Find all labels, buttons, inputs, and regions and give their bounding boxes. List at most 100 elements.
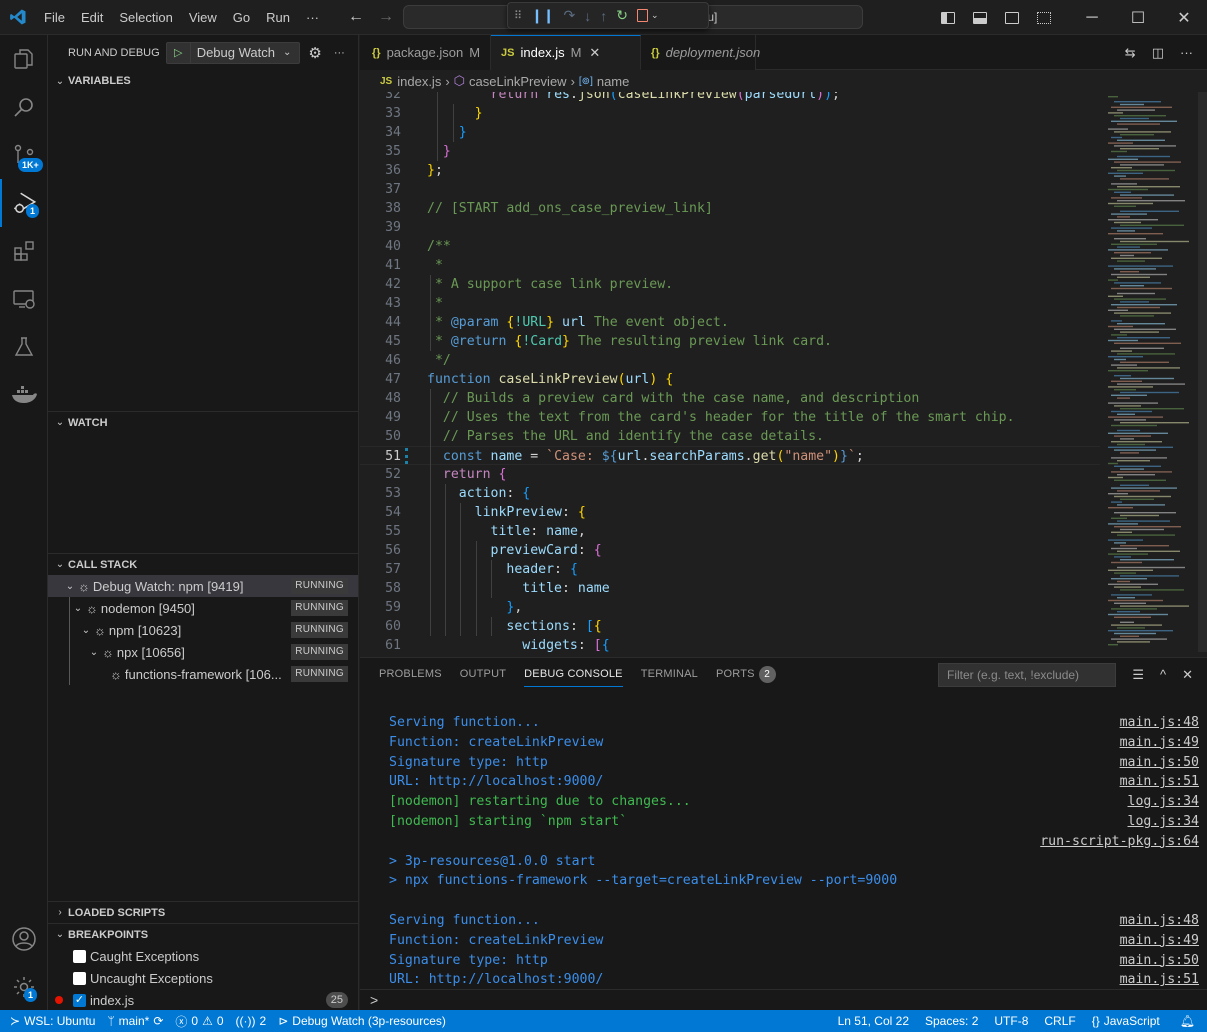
console-source-link[interactable]: main.js:51 xyxy=(1120,970,1199,989)
clear-console-icon[interactable]: ☰ xyxy=(1132,667,1144,683)
indentation[interactable]: Spaces: 2 xyxy=(917,1010,986,1032)
console-source-link[interactable]: main.js:49 xyxy=(1120,733,1199,753)
code-line[interactable]: 57 header: { xyxy=(360,560,1100,579)
line-number[interactable]: 47 xyxy=(360,370,401,389)
step-into-icon[interactable]: ↓ xyxy=(584,8,591,24)
code-line[interactable]: 59 }, xyxy=(360,598,1100,617)
restart-icon[interactable]: ↻ xyxy=(616,7,628,24)
breakpoint-checkbox[interactable]: ✓ xyxy=(73,993,86,1007)
menu-selection[interactable]: Selection xyxy=(111,0,180,35)
debug-console-input[interactable]: > xyxy=(360,989,1207,1011)
pause-icon[interactable]: ❙❙ xyxy=(531,7,554,24)
console-source-link[interactable]: log.js:34 xyxy=(1128,792,1199,812)
console-source-link[interactable]: main.js:48 xyxy=(1120,911,1199,931)
line-number[interactable]: 44 xyxy=(360,313,401,332)
chevron-down-icon[interactable]: ⌄ xyxy=(651,10,659,21)
console-source-link[interactable]: main.js:48 xyxy=(1120,713,1199,733)
open-changes-icon[interactable]: ⇆ xyxy=(1125,45,1136,61)
console-source-link[interactable]: run-script-pkg.js:64 xyxy=(1040,832,1199,852)
line-number[interactable]: 54 xyxy=(360,503,401,522)
line-number[interactable]: 60 xyxy=(360,617,401,636)
extensions-icon[interactable] xyxy=(0,227,48,275)
code-line[interactable]: 40 /** xyxy=(360,237,1100,256)
menu-run[interactable]: Run xyxy=(258,0,298,35)
tab-package-json[interactable]: {} package.json M xyxy=(360,35,492,70)
code-line[interactable]: 44 * @param {!URL} url The event object. xyxy=(360,313,1100,332)
toggle-primary-sidebar-icon[interactable] xyxy=(941,11,955,24)
problems-indicator[interactable]: ⓧ 0 ⚠ 0 xyxy=(169,1010,229,1032)
line-number[interactable]: 53 xyxy=(360,484,401,503)
code-line[interactable]: 60 sections: [{ xyxy=(360,617,1100,636)
line-number[interactable]: 45 xyxy=(360,332,401,351)
maximize-panel-icon[interactable]: ^ xyxy=(1160,667,1166,682)
encoding[interactable]: UTF-8 xyxy=(986,1010,1036,1032)
menu-edit[interactable]: Edit xyxy=(73,0,111,35)
maximize-button[interactable]: ☐ xyxy=(1115,0,1161,35)
line-number[interactable]: 59 xyxy=(360,598,401,617)
menu-view[interactable]: View xyxy=(181,0,225,35)
code-line[interactable]: 34 } xyxy=(360,123,1100,142)
back-arrow-icon[interactable]: ← xyxy=(341,8,371,26)
breakpoint-item[interactable]: Uncaught Exceptions xyxy=(48,967,358,989)
chevron-down-icon[interactable]: ⌄ xyxy=(62,581,78,592)
line-number[interactable]: 48 xyxy=(360,389,401,408)
testing-icon[interactable] xyxy=(0,323,48,371)
debug-indicator[interactable]: ⊳ Debug Watch (3p-resources) xyxy=(272,1010,452,1032)
line-number[interactable]: 43 xyxy=(360,294,401,313)
line-number[interactable]: 56 xyxy=(360,541,401,560)
breakpoint-checkbox[interactable] xyxy=(73,949,86,963)
code-line[interactable]: 58 title: name xyxy=(360,579,1100,598)
close-window-button[interactable]: ✕ xyxy=(1161,0,1207,35)
code-line[interactable]: 37 xyxy=(360,180,1100,199)
console-source-link[interactable]: main.js:50 xyxy=(1120,753,1199,773)
code-line[interactable]: 35 } xyxy=(360,142,1100,161)
end-of-line[interactable]: CRLF xyxy=(1036,1010,1083,1032)
line-number[interactable]: 58 xyxy=(360,579,401,598)
call-stack-item[interactable]: ⌄ ☼ nodemon [9450] RUNNING xyxy=(48,597,358,619)
remote-indicator[interactable]: ≻ WSL: Ubuntu xyxy=(0,1010,101,1032)
line-number[interactable]: 41 xyxy=(360,256,401,275)
line-number[interactable]: 52 xyxy=(360,465,401,484)
line-number[interactable]: 51 xyxy=(360,447,401,466)
code-line[interactable]: 42 * A support case link preview. xyxy=(360,275,1100,294)
console-source-link[interactable]: main.js:50 xyxy=(1120,951,1199,971)
console-source-link[interactable]: main.js:49 xyxy=(1120,931,1199,951)
step-out-icon[interactable]: ↑ xyxy=(600,8,607,24)
console-source-link[interactable]: log.js:34 xyxy=(1128,812,1199,832)
line-number[interactable]: 37 xyxy=(360,180,401,199)
menu-more[interactable]: ··· xyxy=(298,0,327,35)
chevron-down-icon[interactable]: ⌄ xyxy=(86,647,102,658)
menu-go[interactable]: Go xyxy=(225,0,258,35)
editor-scrollbar[interactable] xyxy=(1198,92,1207,652)
code-line[interactable]: 39 xyxy=(360,218,1100,237)
start-debugging-icon[interactable]: ▷ xyxy=(167,42,191,63)
code-editor[interactable]: 32 return res.json(caseLinkPreview(parse… xyxy=(360,92,1100,652)
language-mode[interactable]: {} JavaScript xyxy=(1084,1010,1168,1032)
code-line[interactable]: 33 } xyxy=(360,104,1100,123)
ports-indicator[interactable]: ((·)) 2 xyxy=(230,1010,273,1032)
tab-index-js[interactable]: JS index.js M ✕ xyxy=(491,35,642,70)
close-tab-icon[interactable]: ✕ xyxy=(589,45,600,61)
code-line[interactable]: 46 */ xyxy=(360,351,1100,370)
customize-layout-icon[interactable] xyxy=(1037,11,1051,24)
code-line[interactable]: 36}; xyxy=(360,161,1100,180)
line-number[interactable]: 40 xyxy=(360,237,401,256)
line-number[interactable]: 38 xyxy=(360,199,401,218)
breadcrumb-symbol[interactable]: caseLinkPreview xyxy=(469,74,567,89)
line-number[interactable]: 33 xyxy=(360,104,401,123)
cursor-position[interactable]: Ln 51, Col 22 xyxy=(830,1010,917,1032)
line-number[interactable]: 32 xyxy=(360,92,401,104)
line-number[interactable]: 42 xyxy=(360,275,401,294)
menu-file[interactable]: File xyxy=(36,0,73,35)
more-actions-icon[interactable]: ··· xyxy=(1180,45,1193,60)
forward-arrow-icon[interactable]: → xyxy=(371,8,401,26)
line-number[interactable]: 50 xyxy=(360,427,401,446)
code-line[interactable]: 56 previewCard: { xyxy=(360,541,1100,560)
call-stack-item[interactable]: ☼ functions-framework [106... RUNNING xyxy=(48,663,358,685)
console-filter-input[interactable]: Filter (e.g. text, !exclude) xyxy=(938,663,1116,687)
call-stack-item[interactable]: ⌄ ☼ npx [10656] RUNNING xyxy=(48,641,358,663)
branch-indicator[interactable]: ᛘ main* ⟳ xyxy=(101,1010,169,1032)
panel-tab-problems[interactable]: PROBLEMS xyxy=(370,658,451,691)
code-line[interactable]: 51 const name = `Case: ${url.searchParam… xyxy=(360,446,1100,465)
console-source-link[interactable]: main.js:51 xyxy=(1120,772,1199,792)
